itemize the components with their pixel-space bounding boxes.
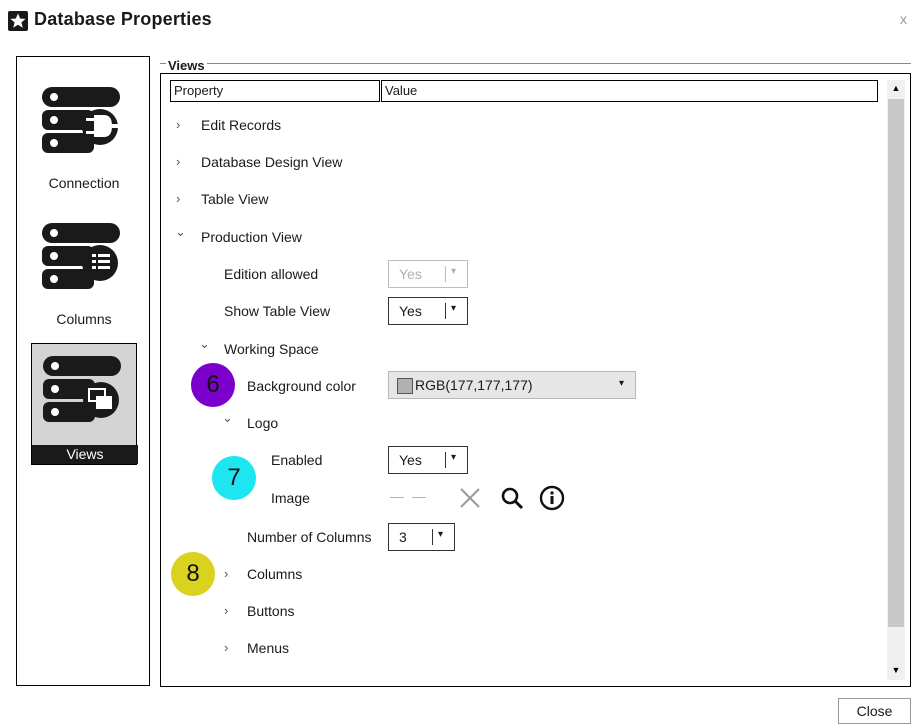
window-close-icon[interactable]: x xyxy=(900,11,907,27)
tree-item-production-view[interactable]: Production View xyxy=(201,229,302,245)
tree-item-columns[interactable]: Columns xyxy=(247,566,302,582)
scroll-up-arrow-icon[interactable]: ▲ xyxy=(887,80,905,96)
tree-item-logo[interactable]: Logo xyxy=(247,415,278,431)
dropdown-arrow-icon[interactable]: ▾ xyxy=(438,529,443,540)
show-table-view-select[interactable]: Yes ▾ xyxy=(388,297,468,325)
header-property[interactable]: Property xyxy=(170,80,380,102)
chevron-down-icon[interactable]: ⌄ xyxy=(175,224,186,240)
tree-item-buttons[interactable]: Buttons xyxy=(247,603,294,619)
nav-item-views[interactable]: Views xyxy=(31,343,138,465)
callout-badge-8: 8 xyxy=(171,552,215,596)
chevron-right-icon[interactable]: › xyxy=(176,191,180,206)
color-swatch xyxy=(397,378,413,394)
background-color-value: RGB(177,177,177) xyxy=(415,377,533,393)
category-nav: Connection Columns Views xyxy=(16,56,150,686)
label-enabled: Enabled xyxy=(271,452,323,468)
tree-item-edit-records[interactable]: Edit Records xyxy=(201,117,281,133)
nav-label-connection: Connection xyxy=(48,175,120,191)
chevron-down-icon[interactable]: ⌄ xyxy=(222,410,233,426)
nav-item-columns[interactable]: Columns xyxy=(31,215,137,335)
label-image: Image xyxy=(271,490,310,506)
label-background-color: Background color xyxy=(247,378,356,394)
nav-item-connection[interactable]: Connection xyxy=(31,79,137,199)
label-edition-allowed: Edition allowed xyxy=(224,266,319,282)
number-of-columns-value: 3 xyxy=(399,529,407,545)
image-placeholder: — — xyxy=(390,488,428,504)
edition-allowed-select: Yes ▾ xyxy=(388,260,468,288)
chevron-down-icon[interactable]: ⌄ xyxy=(199,336,210,352)
chevron-right-icon[interactable]: › xyxy=(176,154,180,169)
group-title: Views xyxy=(166,58,207,73)
search-image-icon[interactable] xyxy=(500,486,524,510)
nav-label-columns: Columns xyxy=(56,311,112,327)
database-views-icon xyxy=(43,356,121,422)
clear-image-icon[interactable] xyxy=(458,486,482,510)
background-color-select[interactable]: RGB(177,177,177) ▾ xyxy=(388,371,636,399)
callout-badge-7: 7 xyxy=(212,456,256,500)
header-value[interactable]: Value xyxy=(381,80,878,102)
close-button[interactable]: Close xyxy=(838,698,911,724)
tree-item-database-design-view[interactable]: Database Design View xyxy=(201,154,342,170)
enabled-select[interactable]: Yes ▾ xyxy=(388,446,468,474)
callout-badge-6: 6 xyxy=(191,363,235,407)
info-icon[interactable] xyxy=(539,485,565,511)
scrollbar-thumb[interactable] xyxy=(888,99,904,627)
label-number-of-columns: Number of Columns xyxy=(247,529,372,545)
window-title: Database Properties xyxy=(34,9,212,29)
show-table-view-value: Yes xyxy=(399,303,422,319)
combo-separator xyxy=(432,529,433,545)
chevron-right-icon[interactable]: › xyxy=(224,640,228,655)
edition-allowed-value: Yes xyxy=(399,266,422,282)
chevron-right-icon[interactable]: › xyxy=(224,566,228,581)
chevron-right-icon[interactable]: › xyxy=(224,603,228,618)
combo-separator xyxy=(445,303,446,319)
combo-separator xyxy=(445,452,446,468)
database-plug-icon xyxy=(42,87,120,153)
enabled-value: Yes xyxy=(399,452,422,468)
chevron-right-icon[interactable]: › xyxy=(176,117,180,132)
nav-label-views: Views xyxy=(32,445,138,464)
dropdown-arrow-icon[interactable]: ▾ xyxy=(451,303,456,314)
combo-separator xyxy=(445,266,446,282)
label-show-table-view: Show Table View xyxy=(224,303,331,319)
scroll-down-arrow-icon[interactable]: ▼ xyxy=(887,662,905,678)
tree-item-working-space[interactable]: Working Space xyxy=(224,341,319,357)
database-columns-icon xyxy=(42,223,120,289)
tree-item-table-view[interactable]: Table View xyxy=(201,191,268,207)
group-frame-top xyxy=(160,63,911,64)
dropdown-arrow-icon: ▾ xyxy=(451,266,457,277)
app-star-icon xyxy=(8,11,28,31)
number-of-columns-select[interactable]: 3 ▾ xyxy=(388,523,455,551)
tree-item-menus[interactable]: Menus xyxy=(247,640,289,656)
dropdown-arrow-icon[interactable]: ▾ xyxy=(451,452,456,463)
dropdown-arrow-icon[interactable]: ▾ xyxy=(619,378,624,389)
